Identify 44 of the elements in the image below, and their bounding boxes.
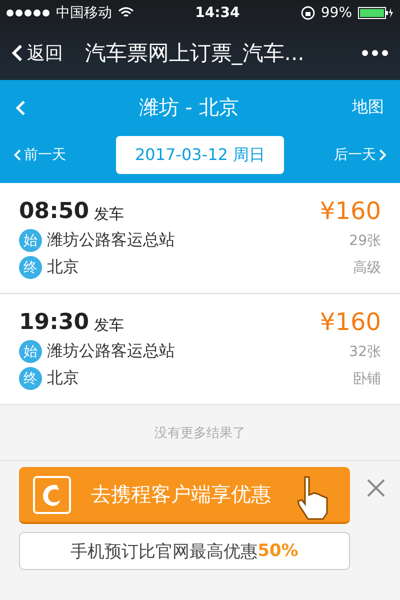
bus-class: 高级 — [353, 258, 381, 276]
promo-subtitle: 手机预订比官网最高优惠50% — [19, 532, 350, 570]
wifi-icon — [118, 7, 134, 19]
back-button[interactable] — [16, 100, 26, 116]
departure-label: 发车 — [94, 204, 124, 224]
more-icon[interactable] — [362, 50, 388, 56]
next-day-button[interactable]: 后一天 — [334, 146, 386, 164]
previous-day-button[interactable]: 前一天 — [14, 146, 66, 164]
page-title: 汽车票网上订票_汽车... — [84, 40, 304, 67]
arrival-station: 北京 — [47, 257, 79, 278]
chevron-icon — [378, 149, 386, 161]
open-app-button[interactable]: 去携程客户端享优惠 — [19, 467, 350, 524]
arrival-station: 北京 — [47, 368, 79, 389]
end-of-results: 没有更多结果了 — [154, 424, 246, 442]
battery-icon — [358, 7, 394, 19]
back-button[interactable]: 返回 — [12, 41, 63, 65]
signal-icon — [6, 9, 50, 17]
chevron-icon — [14, 149, 22, 161]
carrier-name: 中国移动 — [56, 4, 112, 22]
chevron-icon — [16, 100, 26, 116]
start-badge: 始 — [19, 340, 42, 363]
start-badge: 始 — [19, 229, 42, 252]
departure-time: 08:50 — [19, 198, 90, 224]
departure-label: 发车 — [94, 316, 124, 334]
clock-time: 14:34 — [195, 5, 240, 21]
chevron-icon — [12, 44, 23, 62]
departure-time: 19:30 — [19, 310, 90, 334]
departure-station: 潍坊公路客运总站 — [47, 341, 175, 362]
map-link[interactable]: 地图 — [352, 97, 384, 118]
end-badge: 终 — [19, 256, 42, 279]
seats-left: 32张 — [349, 342, 381, 360]
ticket-card[interactable]: 08:50 发车 ¥160 始 潍坊公路客运总站 29张 终 北京 高级 — [0, 183, 400, 294]
pointing-hand-icon — [296, 475, 330, 521]
rotation-lock-icon — [300, 6, 315, 20]
ticket-price: ¥160 — [320, 308, 381, 336]
date-selector[interactable]: 2017-03-12 周日 — [116, 136, 284, 174]
ticket-price: ¥160 — [320, 197, 381, 225]
battery-percent: 99% — [320, 5, 352, 21]
bus-class: 卧铺 — [353, 370, 381, 388]
end-badge: 终 — [19, 367, 42, 390]
departure-station: 潍坊公路客运总站 — [47, 230, 175, 251]
ticket-card[interactable]: 19:30 发车 ¥160 始 潍坊公路客运总站 32张 终 北京 卧铺 — [0, 294, 400, 405]
route-title: 潍坊 - 北京 — [138, 94, 239, 121]
seats-left: 29张 — [349, 232, 381, 250]
